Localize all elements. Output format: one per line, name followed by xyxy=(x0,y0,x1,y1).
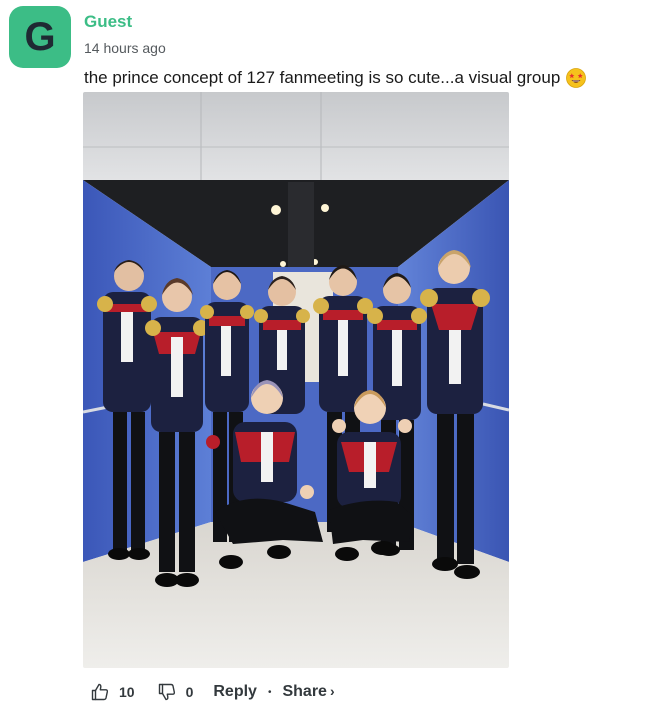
comment-author[interactable]: Guest xyxy=(84,12,132,32)
avatar[interactable]: G xyxy=(9,6,71,68)
comment-text: the prince concept of 127 fanmeeting is … xyxy=(84,68,561,87)
share-label: Share xyxy=(282,683,327,700)
star-struck-emoji-icon xyxy=(566,68,587,88)
reply-button[interactable]: Reply xyxy=(213,683,257,701)
thumbs-up-icon xyxy=(91,683,109,701)
dislike-button[interactable]: 0 xyxy=(157,682,194,702)
separator-dot: • xyxy=(267,686,272,698)
comment-card: G Guest 14 hours ago the prince concept … xyxy=(0,0,669,712)
group-photo xyxy=(83,92,509,668)
comment-timestamp: 14 hours ago xyxy=(84,40,166,56)
thumbs-down-icon xyxy=(158,683,175,701)
like-button[interactable]: 10 xyxy=(90,682,135,702)
comment-body: the prince concept of 127 fanmeeting is … xyxy=(84,68,587,88)
share-button[interactable]: Share › xyxy=(282,683,334,701)
comment-image[interactable] xyxy=(83,92,509,668)
like-count: 10 xyxy=(119,684,135,700)
dislike-count: 0 xyxy=(185,684,194,700)
comment-actions: 10 0 Reply • Share › xyxy=(90,680,335,704)
chevron-right-icon: › xyxy=(329,683,335,699)
